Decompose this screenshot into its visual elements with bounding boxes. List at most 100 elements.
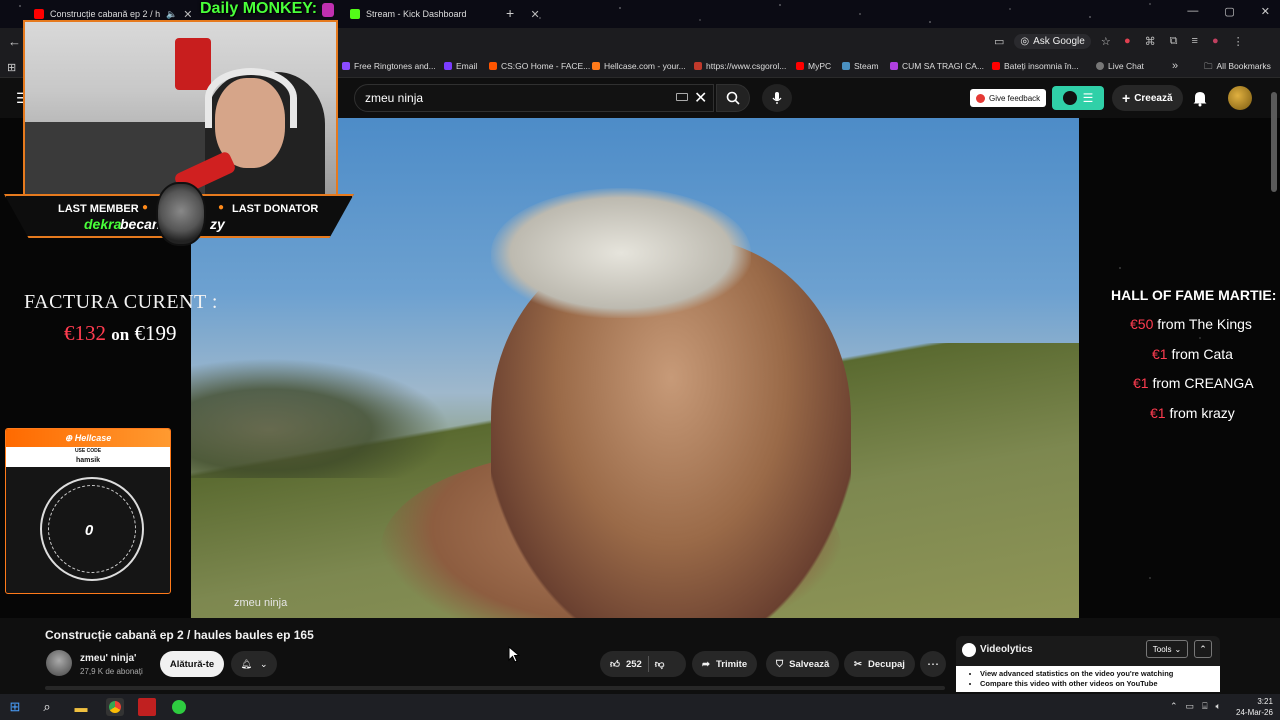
extension-icon[interactable]: ⌘ [1145, 35, 1156, 48]
window-controls: — ▢ ✕ [1187, 5, 1270, 18]
channel-avatar[interactable] [46, 650, 72, 676]
minimize-button[interactable]: — [1187, 5, 1198, 18]
kebab-menu-icon[interactable]: ⋮ [1233, 35, 1244, 48]
videolytics-feature: View advanced statistics on the video yo… [980, 669, 1220, 679]
like-count: 252 [625, 658, 642, 670]
bookmark-favicon-icon [694, 62, 702, 70]
ask-google-button[interactable]: ◎ Ask Google [1014, 34, 1091, 49]
apps-grid-icon[interactable]: ⊞ [7, 61, 16, 74]
bookmark-item[interactable]: Live Chat [1096, 61, 1144, 71]
join-button[interactable]: Alătură-te [160, 651, 224, 677]
bookmark-item[interactable]: Email [444, 61, 477, 71]
create-button[interactable]: + Creează [1112, 85, 1183, 111]
extension-menu-button[interactable]: ☰ [1052, 86, 1104, 110]
bookmark-item[interactable]: Steam [842, 61, 879, 71]
bookmark-label: Email [456, 61, 478, 71]
factura-on: on [111, 325, 130, 344]
more-bookmarks-button[interactable]: » [1172, 60, 1178, 72]
bookmark-favicon-icon [592, 62, 600, 70]
bookmark-item[interactable]: Hellcase.com - your... [592, 61, 686, 71]
notifications-bell-icon[interactable] [1192, 89, 1208, 107]
channel-name[interactable]: zmeu' ninja' [80, 653, 136, 664]
give-feedback-label: Give feedback [989, 93, 1041, 103]
subscriber-count: 27,9 K de abonați [80, 667, 143, 676]
keyboard-icon[interactable] [676, 93, 688, 101]
tools-dropdown[interactable]: Tools ⌄ [1146, 640, 1188, 658]
system-clock[interactable]: 3:21 24-Mar-26 [1236, 696, 1273, 718]
bookmark-item[interactable]: CUM SA TRAGI CA... [890, 61, 984, 71]
donation-donor: from The Kings [1157, 316, 1252, 332]
give-feedback-button[interactable]: Give feedback [970, 89, 1047, 107]
webcam-jersey [175, 38, 211, 90]
thumbs-up-icon: 👍︎ [610, 659, 620, 670]
save-button[interactable]: ⛉ Salvează [766, 651, 840, 677]
hellcase-counter: 0 [84, 522, 94, 539]
hall-of-fame-entry: €1 from CREANGA [1133, 375, 1254, 391]
bookmark-item[interactable]: https://www.csgorol... [694, 61, 786, 71]
search-input[interactable]: zmeu ninja [354, 84, 714, 112]
more-actions-button[interactable]: ⋯ [920, 651, 946, 677]
account-avatar[interactable] [1228, 86, 1252, 110]
cast-icon[interactable]: ▭ [994, 35, 1004, 48]
green-app-icon[interactable] [170, 698, 188, 716]
windows-start-icon[interactable]: ⊞ [6, 698, 24, 716]
videolytics-feature-list: View advanced statistics on the video yo… [956, 666, 1220, 692]
puzzle-icon[interactable]: ⧉ [1170, 35, 1178, 48]
like-dislike-bar: 👍︎ 252 👎︎ [600, 651, 686, 677]
close-tab-icon[interactable]: ✕ [531, 8, 540, 21]
page-scrollbar[interactable] [1271, 92, 1277, 192]
promo-code: hamsik [75, 457, 101, 464]
hellcase-logo-icon: ⊕ [64, 433, 73, 443]
voice-search-button[interactable] [762, 84, 792, 112]
search-icon[interactable]: ⌕ [38, 698, 56, 716]
app-icon[interactable] [138, 698, 156, 716]
bookmark-item[interactable]: Free Ringtones and... [342, 61, 436, 71]
tab-label: Stream - Kick Dashboard [366, 9, 467, 19]
dislike-button[interactable]: 👎︎ [655, 658, 665, 670]
bookmark-label: Live Chat [1108, 61, 1144, 71]
kick-icon [350, 9, 360, 19]
like-button[interactable]: 👍︎ 252 [610, 658, 642, 671]
subscription-bell-button[interactable]: 🔔︎ ⌄ [231, 651, 277, 677]
extension-icon[interactable]: ● [1124, 35, 1131, 48]
close-tab-icon[interactable]: ✕ [183, 8, 192, 21]
clear-search-icon[interactable]: ✕ [694, 88, 707, 108]
clip-button[interactable]: ✂ Decupaj [844, 651, 915, 677]
media-icon[interactable]: ≡ [1192, 35, 1198, 48]
bookmark-favicon-icon [489, 62, 497, 70]
tab-label: Construcție cabană ep 2 / h [50, 9, 161, 19]
close-window-button[interactable]: ✕ [1261, 5, 1270, 18]
share-arrow-icon: ➦ [702, 658, 710, 670]
profile-icon[interactable]: ● [1212, 35, 1219, 48]
clip-label: Decupaj [867, 658, 905, 670]
extension-logo-icon [1062, 91, 1077, 105]
new-tab-button[interactable]: + [506, 5, 514, 21]
search-icon [726, 91, 740, 105]
video-trees [191, 358, 451, 478]
all-bookmarks-button[interactable]: 🗀 All Bookmarks [1204, 61, 1271, 75]
ask-google-label: Ask Google [1033, 36, 1085, 47]
maximize-button[interactable]: ▢ [1224, 5, 1234, 18]
bookmark-star-icon[interactable]: ☆ [1101, 35, 1111, 48]
bookmark-item[interactable]: MyPC [796, 61, 831, 71]
daily-monkey-label: Daily MONKEY: [200, 0, 318, 17]
bookmark-item[interactable]: Bateți insomnia în... [992, 61, 1079, 71]
last-donator-label: LAST DONATOR [232, 203, 319, 215]
chrome-icon[interactable] [106, 698, 124, 716]
feedback-logo-icon [976, 93, 985, 103]
chevron-up-icon[interactable]: ⌃ [1170, 701, 1178, 712]
display-icon[interactable]: ▭ [1186, 701, 1195, 712]
collapse-button[interactable]: ⌃ [1194, 640, 1212, 658]
bookmark-item[interactable]: CS:GO Home - FACE... [489, 61, 590, 71]
back-arrow-icon[interactable]: ← [8, 34, 21, 49]
windows-taskbar: ⊞ ⌕ ▬ ⌃ ▭ ⌸ 🔈︎ 3:21 24-Mar-26 [0, 694, 1280, 720]
videolytics-feature: Compare this video with other videos on … [980, 679, 1220, 689]
file-explorer-icon[interactable]: ▬ [72, 698, 90, 716]
search-button[interactable] [716, 84, 750, 112]
network-icon[interactable]: ⌸ [1202, 701, 1207, 712]
share-button[interactable]: ➦ Trimite [692, 651, 758, 677]
factura-goal: €199 [134, 321, 177, 345]
volume-icon[interactable]: 🔈︎ [1215, 701, 1220, 712]
list-icon: ☰ [1082, 91, 1094, 105]
bookmark-label: Bateți insomnia în... [1004, 61, 1079, 71]
